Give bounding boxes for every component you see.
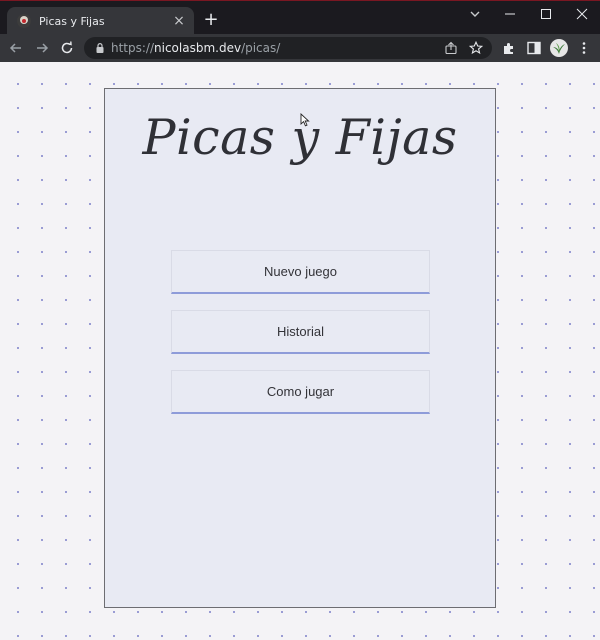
back-arrow-icon[interactable]: [8, 40, 24, 56]
how-to-play-button[interactable]: Como jugar: [171, 370, 430, 414]
new-game-button[interactable]: Nuevo juego: [171, 250, 430, 294]
lock-icon[interactable]: [94, 42, 106, 54]
minimize-icon: [505, 13, 515, 15]
tab-search-chevron-icon[interactable]: [468, 7, 482, 21]
game-menu-card: Picas y Fijas Nuevo juego Historial Como…: [104, 88, 496, 608]
browser-titlebar: Picas y Fijas × +: [0, 0, 600, 35]
new-tab-button[interactable]: +: [202, 11, 220, 29]
close-icon: [576, 8, 588, 20]
maximize-icon: [541, 9, 551, 19]
side-panel-icon[interactable]: [526, 40, 542, 56]
tab-close-icon[interactable]: ×: [172, 14, 186, 28]
close-window-button[interactable]: [564, 1, 600, 27]
browser-toolbar: https://nicolasbm.dev/picas/: [0, 34, 600, 62]
profile-avatar[interactable]: [550, 39, 568, 57]
maximize-button[interactable]: [528, 1, 564, 27]
url-path: /picas/: [241, 41, 281, 55]
site-favicon-icon: [17, 14, 31, 28]
url-text[interactable]: https://nicolasbm.dev/picas/: [111, 41, 280, 55]
reload-icon[interactable]: [59, 40, 75, 56]
url-scheme: https://: [111, 41, 155, 55]
extensions-puzzle-icon[interactable]: [501, 40, 517, 56]
url-host: nicolasbm.dev: [154, 41, 242, 55]
page-viewport: Picas y Fijas Nuevo juego Historial Como…: [0, 62, 600, 640]
bookmark-star-icon[interactable]: [469, 41, 483, 55]
tab-title: Picas y Fijas: [39, 14, 105, 28]
forward-arrow-icon[interactable]: [34, 40, 50, 56]
browser-tab[interactable]: Picas y Fijas ×: [7, 7, 194, 35]
profile-plant-icon: [553, 43, 565, 54]
address-bar[interactable]: https://nicolasbm.dev/picas/: [84, 37, 492, 59]
history-button[interactable]: Historial: [171, 310, 430, 354]
minimize-button[interactable]: [492, 1, 528, 27]
mouse-cursor-icon: [300, 113, 310, 127]
window-controls: [492, 1, 600, 31]
more-menu-icon[interactable]: [576, 40, 592, 56]
share-icon[interactable]: [444, 41, 458, 55]
